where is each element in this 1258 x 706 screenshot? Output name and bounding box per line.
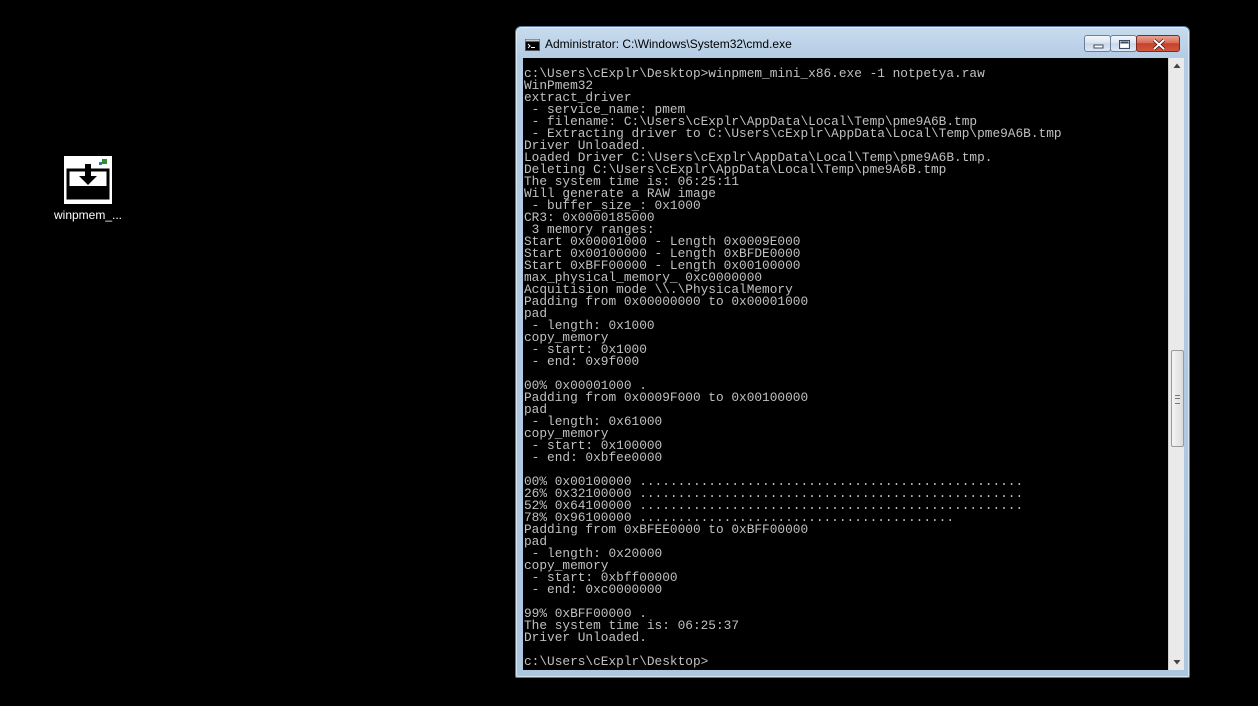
console-line: Padding from 0xBFEE0000 to 0xBFF00000 — [524, 522, 809, 537]
cmd-window[interactable]: Administrator: C:\Windows\System32\cmd.e… — [515, 26, 1190, 678]
console-line: Padding from 0x00000000 to 0x00001000 — [524, 294, 809, 309]
vertical-scrollbar[interactable] — [1168, 58, 1184, 670]
console-line: Driver Unloaded. — [524, 630, 647, 645]
console-line: - length: 0x20000 — [524, 546, 663, 561]
title-bar[interactable]: Administrator: C:\Windows\System32\cmd.e… — [516, 27, 1189, 57]
minimize-button[interactable] — [1084, 35, 1111, 52]
grip-icon — [1175, 395, 1180, 404]
console-line: - length: 0x1000 — [524, 318, 655, 333]
close-button[interactable] — [1136, 35, 1180, 52]
console-line: - end: 0xbfee0000 — [524, 450, 663, 465]
maximize-icon — [1119, 40, 1130, 49]
scroll-thumb[interactable] — [1171, 350, 1184, 447]
console-line: Padding from 0x0009F000 to 0x00100000 — [524, 390, 809, 405]
minimize-icon — [1093, 44, 1104, 49]
maximize-button[interactable] — [1110, 35, 1137, 52]
console-text: c:\Users\cExplr\Desktop>winpmem_mini_x86… — [523, 58, 1168, 668]
desktop-icon-label: winpmem_... — [53, 208, 123, 222]
console-line: c:\Users\cExplr\Desktop>winpmem_mini_x86… — [524, 66, 985, 81]
cmd-icon[interactable] — [525, 38, 540, 51]
console-line: - end: 0x9f000 — [524, 354, 640, 369]
scroll-up-arrow-icon[interactable] — [1169, 58, 1185, 74]
scroll-down-arrow-icon[interactable] — [1169, 654, 1185, 670]
console-line: - length: 0x61000 — [524, 414, 663, 429]
window-title: Administrator: C:\Windows\System32\cmd.e… — [545, 37, 792, 51]
download-tray-icon — [64, 156, 112, 204]
console-line: c:\Users\cExplr\Desktop> — [524, 654, 709, 669]
desktop-icon-winpmem[interactable]: winpmem_... — [48, 156, 128, 228]
close-icon — [1152, 38, 1166, 51]
console-line: - end: 0xc0000000 — [524, 582, 663, 597]
console-output[interactable]: c:\Users\cExplr\Desktop>winpmem_mini_x86… — [523, 58, 1168, 670]
